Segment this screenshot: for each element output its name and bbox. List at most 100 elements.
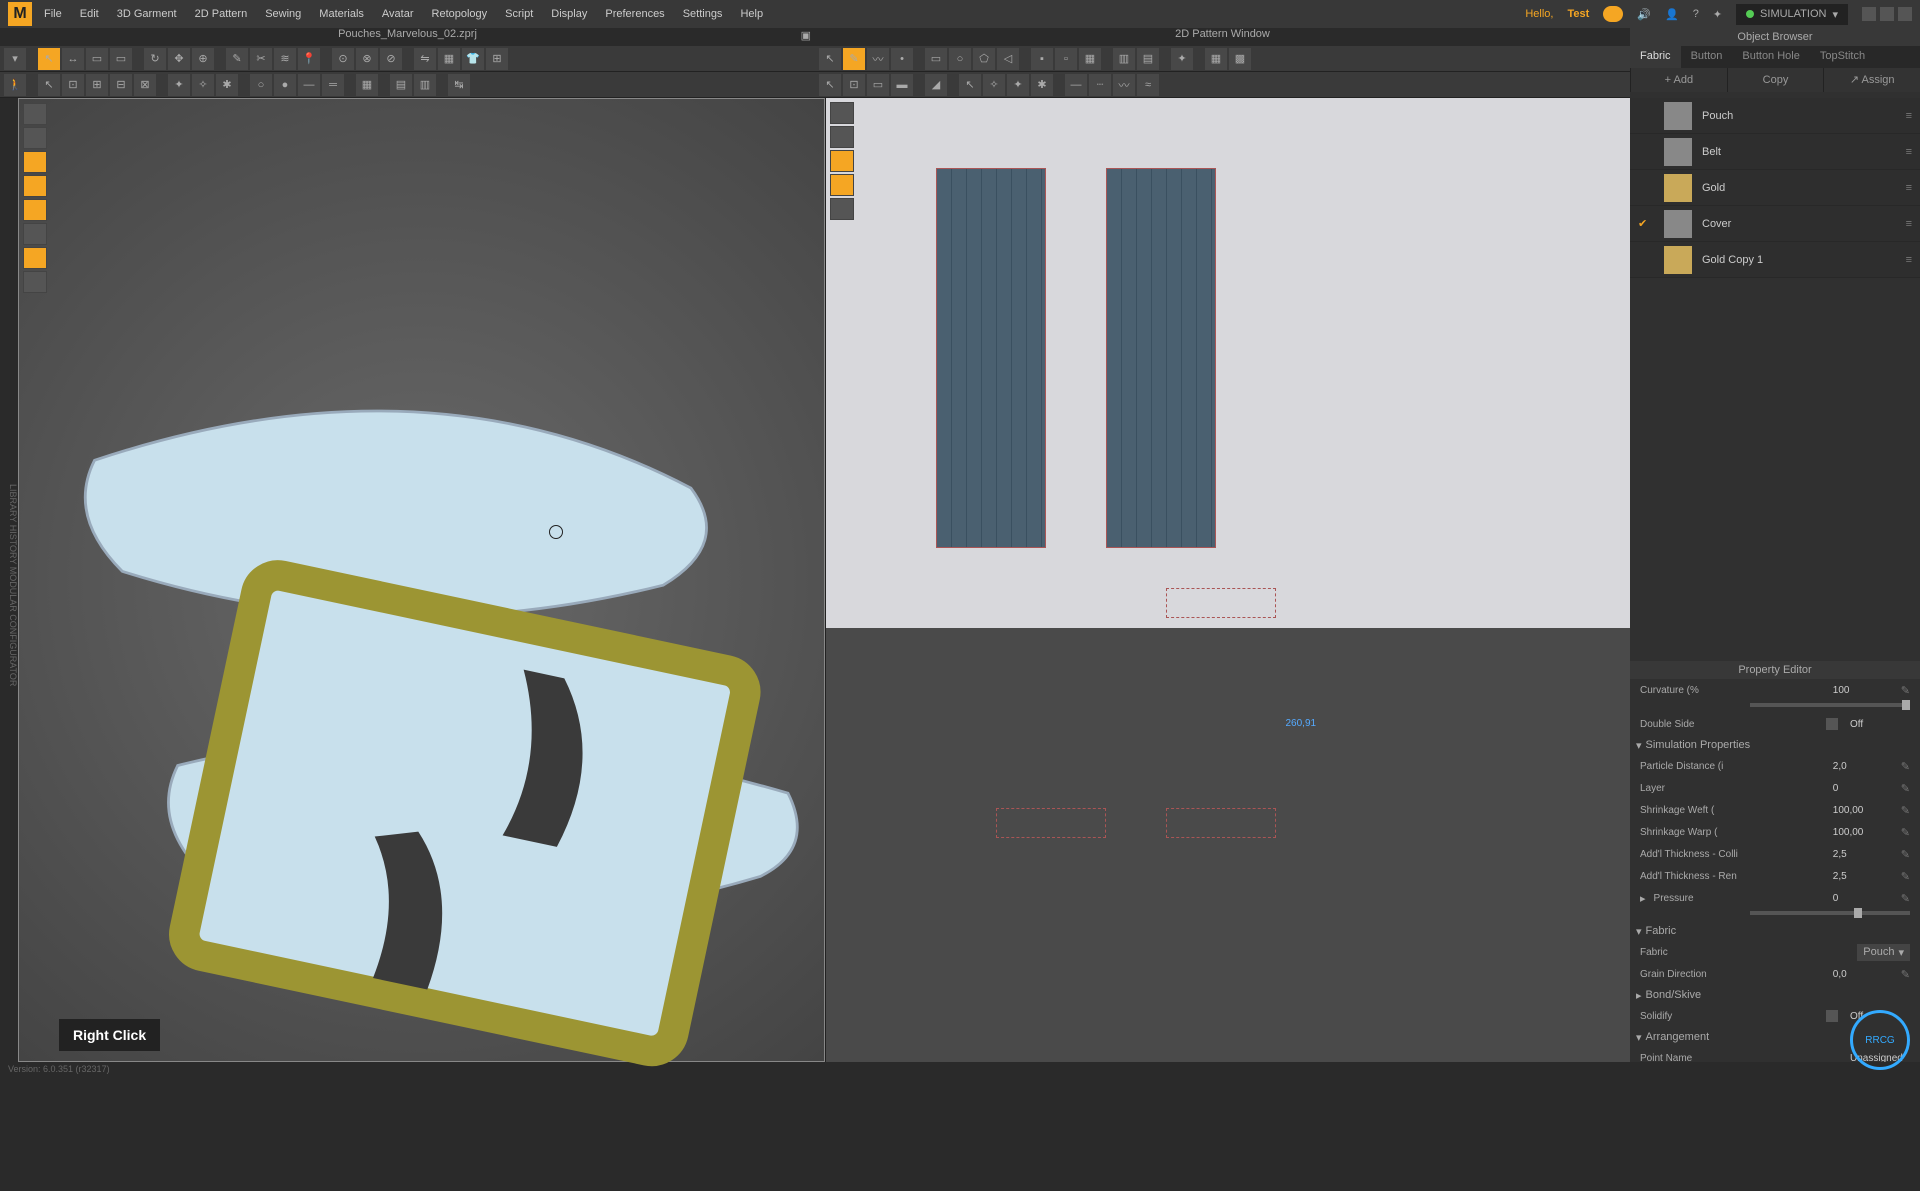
prop-fabric-select[interactable]: Fabric Pouch▾ (1630, 941, 1920, 963)
tool2d-grid2-icon[interactable]: ▤ (1137, 48, 1159, 70)
tool2d-r2-13-icon[interactable]: ≈ (1137, 74, 1159, 96)
prop-value[interactable]: 0,0 (1833, 969, 1893, 980)
slider-thumb[interactable] (1854, 908, 1862, 918)
tool-r2-12-icon[interactable]: ═ (322, 74, 344, 96)
tab-fabric[interactable]: Fabric (1630, 46, 1681, 68)
menu-retopology[interactable]: Retopology (432, 8, 488, 20)
menu-sewing[interactable]: Sewing (265, 8, 301, 20)
tool-pin-icon[interactable]: 📍 (298, 48, 320, 70)
tool2d-poly-icon[interactable]: ⬠ (973, 48, 995, 70)
tab-button[interactable]: Button (1681, 46, 1733, 68)
tool-r2-5-icon[interactable]: ⊠ (134, 74, 156, 96)
tool2d-layer-icon[interactable]: ▦ (1079, 48, 1101, 70)
tool2d-r2-5-icon[interactable]: ◢ (925, 74, 947, 96)
close-button[interactable] (1898, 7, 1912, 21)
tool-r2-3-icon[interactable]: ⊞ (86, 74, 108, 96)
tab-2d-window[interactable]: 2D Pattern Window (815, 28, 1630, 46)
tool-avatar-icon[interactable]: 👕 (462, 48, 484, 70)
vp2-note-icon[interactable] (830, 174, 854, 196)
fabric-menu-icon[interactable]: ≡ (1906, 182, 1912, 194)
section-fabric[interactable]: ▾Fabric (1630, 921, 1920, 941)
edit-icon[interactable]: ✎ (1901, 782, 1910, 795)
prop-value[interactable]: 100,00 (1833, 827, 1893, 838)
copy-button[interactable]: Copy (1727, 68, 1824, 92)
vp2-grid-icon[interactable] (830, 198, 854, 220)
menu-3d-garment[interactable]: 3D Garment (117, 8, 177, 20)
tool-r2-7-icon[interactable]: ✧ (192, 74, 214, 96)
checkbox[interactable] (1826, 1010, 1838, 1022)
tool2d-arrow-icon[interactable]: ↖ (819, 48, 841, 70)
vp-shirt-icon[interactable] (23, 127, 47, 149)
fabric-row-gold[interactable]: Gold ≡ (1630, 170, 1920, 206)
tool2d-gridsnap-icon[interactable]: ▩ (1229, 48, 1251, 70)
notify-icon[interactable]: ✦ (1713, 8, 1722, 21)
viewport-2d[interactable]: 260,91 (825, 98, 1631, 1062)
prop-value[interactable]: 0 (1833, 783, 1893, 794)
tool-fold-icon[interactable]: ▦ (438, 48, 460, 70)
fabric-row-cover[interactable]: ✔ Cover ≡ (1630, 206, 1920, 242)
tool-r2-4-icon[interactable]: ⊟ (110, 74, 132, 96)
prop-value[interactable]: 2,5 (1833, 849, 1893, 860)
vp-fabric-icon[interactable] (23, 199, 47, 221)
prop-thickness-ren[interactable]: Add'l Thickness - Ren 2,5 ✎ (1630, 865, 1920, 887)
fabric-menu-icon[interactable]: ≡ (1906, 146, 1912, 158)
prop-shrink-weft[interactable]: Shrinkage Weft ( 100,00 ✎ (1630, 799, 1920, 821)
tool2d-r2-9-icon[interactable]: ✱ (1031, 74, 1053, 96)
tool2d-r2-2-icon[interactable]: ⊡ (843, 74, 865, 96)
prop-value[interactable]: 2,5 (1833, 871, 1893, 882)
tool2d-curve-icon[interactable]: 〰 (867, 48, 889, 70)
help-icon[interactable]: ? (1693, 8, 1699, 20)
tool-r2-13-icon[interactable]: ▦ (356, 74, 378, 96)
tool2d-gridshow-icon[interactable]: ▦ (1205, 48, 1227, 70)
menu-preferences[interactable]: Preferences (605, 8, 664, 20)
edit-icon[interactable]: ✎ (1901, 684, 1910, 697)
tool2d-rect-icon[interactable]: ▭ (925, 48, 947, 70)
user-icon[interactable]: 👤 (1665, 8, 1679, 21)
tool-box-icon[interactable]: ▭ (86, 48, 108, 70)
fabric-menu-icon[interactable]: ≡ (1906, 218, 1912, 230)
tool2d-r2-4-icon[interactable]: ▬ (891, 74, 913, 96)
simulation-button[interactable]: SIMULATION ▾ (1736, 4, 1848, 25)
prop-grain[interactable]: Grain Direction 0,0 ✎ (1630, 963, 1920, 985)
pattern-outline-1[interactable] (1166, 588, 1276, 618)
edit-icon[interactable]: ✎ (1901, 968, 1910, 981)
add-button[interactable]: Add (1630, 68, 1727, 92)
pattern-piece-1[interactable] (936, 168, 1046, 548)
edit-icon[interactable]: ✎ (1901, 804, 1910, 817)
tool-r2-10-icon[interactable]: ● (274, 74, 296, 96)
tool2d-point-icon[interactable]: • (891, 48, 913, 70)
sound-icon[interactable]: 🔊 (1637, 8, 1651, 21)
tool2d-r2-12-icon[interactable]: 〰 (1113, 74, 1135, 96)
section-simulation[interactable]: ▾Simulation Properties (1630, 735, 1920, 755)
fabric-row-gold-copy[interactable]: Gold Copy 1 ≡ (1630, 242, 1920, 278)
edit-icon[interactable]: ✎ (1901, 892, 1910, 905)
menu-settings[interactable]: Settings (683, 8, 723, 20)
tool-r2-6-icon[interactable]: ✦ (168, 74, 190, 96)
tool2d-r2-1-icon[interactable]: ↖ (819, 74, 841, 96)
menu-avatar[interactable]: Avatar (382, 8, 414, 20)
prop-value[interactable]: 100,00 (1833, 805, 1893, 816)
menu-help[interactable]: Help (740, 8, 763, 20)
tab-topstitch[interactable]: TopStitch (1810, 46, 1875, 68)
tool2d-r2-10-icon[interactable]: — (1065, 74, 1087, 96)
prop-value[interactable]: 100 (1833, 685, 1893, 696)
pattern-outline-3[interactable] (1166, 808, 1276, 838)
tool2d-r2-7-icon[interactable]: ✧ (983, 74, 1005, 96)
tool-arrange-icon[interactable]: ⊞ (486, 48, 508, 70)
tool-unlink-icon[interactable]: ⊘ (380, 48, 402, 70)
prop-shrink-warp[interactable]: Shrinkage Warp ( 100,00 ✎ (1630, 821, 1920, 843)
edit-icon[interactable]: ✎ (1901, 870, 1910, 883)
curvature-slider[interactable] (1750, 703, 1910, 707)
tool-arrow-icon[interactable]: ↖ (38, 48, 60, 70)
fabric-dropdown[interactable]: Pouch▾ (1857, 944, 1910, 961)
menu-file[interactable]: File (44, 8, 62, 20)
edit-icon[interactable]: ✎ (1901, 760, 1910, 773)
fabric-menu-icon[interactable]: ≡ (1906, 110, 1912, 122)
pattern-outline-2[interactable] (996, 808, 1106, 838)
tool-rotate-icon[interactable]: ↻ (144, 48, 166, 70)
menu-script[interactable]: Script (505, 8, 533, 20)
vp-light-icon[interactable] (23, 175, 47, 197)
menu-2d-pattern[interactable]: 2D Pattern (195, 8, 248, 20)
section-bond[interactable]: ▸Bond/Skive (1630, 985, 1920, 1005)
tool-pen-icon[interactable]: ✎ (226, 48, 248, 70)
